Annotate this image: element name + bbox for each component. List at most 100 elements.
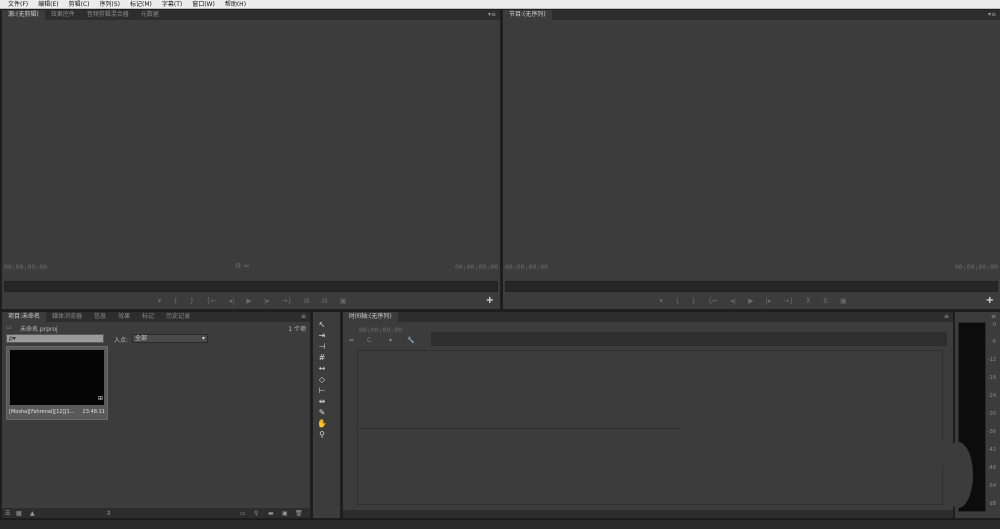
trash-icon[interactable]: 🗑 (295, 510, 303, 517)
selection-tool-icon[interactable]: ↖ (316, 320, 328, 329)
tab-metadata[interactable]: 元数据 (135, 10, 165, 20)
lift-icon[interactable]: ⊼ (806, 297, 811, 305)
mark-in-marker-icon[interactable]: ▾ (158, 297, 162, 305)
timeline-panel: 时间轴:(无序列) ≡ 00;00;00;00 ⇌ C ▾ 🔧 (343, 312, 971, 518)
program-tabbar: 节目:(无序列) (503, 10, 1000, 20)
step-forward-icon[interactable]: |▸ (765, 297, 771, 305)
step-back-icon[interactable]: ◂| (730, 297, 736, 305)
step-forward-icon[interactable]: |▸ (264, 297, 270, 305)
new-item-icon[interactable]: ▣ (282, 510, 288, 517)
pen-tool-icon[interactable]: ✎ (316, 408, 328, 417)
new-bin-icon[interactable]: ▬ (268, 510, 274, 517)
panel-menu-icon[interactable]: ▾≡ (988, 11, 996, 18)
source-scrub-bar[interactable] (4, 281, 498, 292)
menu-clip[interactable]: 剪辑(C) (65, 0, 94, 9)
program-scrub-bar[interactable] (505, 281, 998, 292)
razor-tool-icon[interactable]: ◇ (316, 375, 328, 384)
menu-file[interactable]: 文件(F) (4, 0, 32, 9)
meter-tick: -30 (987, 411, 996, 417)
sort-icon[interactable]: ⇕ (106, 510, 111, 517)
mark-in-icon[interactable]: { (675, 297, 679, 305)
tab-timeline[interactable]: 时间轴:(无序列) (343, 312, 398, 322)
in-point-label: 入点: (114, 337, 129, 344)
menu-edit[interactable]: 编辑(E) (34, 0, 62, 9)
overwrite-icon[interactable]: ⊟ (322, 297, 328, 305)
menu-window[interactable]: 窗口(W) (188, 0, 219, 9)
clip-item[interactable]: ⊞ [Mosha][Fahrenal][12][1... 23:48:11 (6, 346, 108, 420)
project-search-input[interactable]: ρ▾ (6, 334, 104, 343)
in-point-select[interactable]: 全部 ▾ (132, 334, 208, 343)
mark-in-icon[interactable]: { (173, 297, 177, 305)
track-select-tool-icon[interactable]: ⇥ (316, 331, 328, 340)
clip-thumbnail (10, 350, 104, 405)
mark-out-icon[interactable]: } (691, 297, 695, 305)
snap-icon[interactable]: ⇌ (349, 337, 354, 344)
slide-tool-icon[interactable]: ⇹ (316, 397, 328, 406)
tab-info[interactable]: 信息 (88, 312, 112, 322)
tab-source[interactable]: 源:(无剪辑) (2, 10, 45, 20)
mark-out-icon[interactable]: } (190, 297, 194, 305)
search-icon[interactable]: ⚲ (254, 510, 258, 517)
add-button-icon[interactable]: + (486, 295, 494, 306)
tab-effect-controls[interactable]: 效果控件 (45, 10, 81, 20)
wrench-icon[interactable]: 🔧 (407, 337, 414, 344)
export-frame-icon[interactable]: ▣ (340, 297, 347, 305)
go-to-in-icon[interactable]: {← (708, 297, 718, 305)
tab-program[interactable]: 节目:(无序列) (503, 10, 552, 20)
icon-view-icon[interactable]: ▦ (16, 510, 22, 517)
slip-tool-icon[interactable]: ⊢ (316, 386, 328, 395)
panel-menu-icon[interactable]: ≡ (301, 313, 306, 320)
list-view-icon[interactable]: ☰ (5, 510, 10, 517)
meter-tick: -42 (987, 447, 996, 453)
export-frame-icon[interactable]: ▣ (840, 297, 847, 305)
meter-tick: -24 (987, 393, 996, 399)
tab-effects[interactable]: 效果 (112, 312, 136, 322)
track-gap (677, 443, 971, 465)
step-back-icon[interactable]: ◂| (228, 297, 234, 305)
item-count: 1 个项 (288, 326, 306, 333)
hand-tool-icon[interactable]: ✋ (316, 419, 328, 428)
insert-icon[interactable]: ⊞ (304, 297, 310, 305)
meter-tick: -18 (987, 375, 996, 381)
play-icon[interactable]: ▶ (748, 297, 753, 305)
meter-tick: -6 (991, 339, 996, 345)
time-ruler[interactable] (431, 332, 947, 346)
menu-sequence[interactable]: 序列(S) (96, 0, 125, 9)
ripple-edit-tool-icon[interactable]: ⊣ (316, 342, 328, 351)
add-marker-icon[interactable]: ▾ (389, 337, 392, 344)
tab-audio-clip-mixer[interactable]: 音频剪辑混合器 (81, 10, 135, 20)
menu-marker[interactable]: 标记(M) (126, 0, 156, 9)
rate-stretch-tool-icon[interactable]: ↔ (316, 364, 328, 373)
source-settings-icon[interactable]: ⚙ ⇔ (235, 262, 249, 270)
go-to-out-icon[interactable]: →} (783, 297, 793, 305)
go-to-out-icon[interactable]: →} (282, 297, 292, 305)
meter-overlay (943, 442, 973, 508)
tab-media-browser[interactable]: 媒体浏览器 (46, 312, 88, 322)
menu-help[interactable]: 帮助(H) (221, 0, 250, 9)
tab-history[interactable]: 历史记录 (160, 312, 196, 322)
automate-icon[interactable]: ▭ (240, 510, 246, 517)
go-to-in-icon[interactable]: {← (206, 297, 216, 305)
panel-menu-icon[interactable]: ≡ (991, 313, 996, 320)
project-file-name: 未命名.prproj (20, 326, 58, 333)
linked-selection-icon[interactable]: C (367, 337, 371, 344)
source-transport-controls: ▾ { } {← ◂| ▶ |▸ →} ⊞ ⊟ ▣ (112, 293, 392, 309)
rolling-edit-tool-icon[interactable]: # (316, 353, 328, 362)
meter-tick: -36 (987, 429, 996, 435)
panel-menu-icon[interactable]: ▾≡ (488, 11, 496, 18)
meter-tick: -54 (987, 483, 996, 489)
program-timecode-current[interactable]: 00;00;00;00 (505, 263, 548, 271)
zoom-slider-icon[interactable]: ▲ (30, 510, 35, 517)
panel-menu-icon[interactable]: ≡ (944, 313, 949, 320)
timeline-timecode[interactable]: 00;00;00;00 (359, 326, 402, 334)
tab-project[interactable]: 项目:未命名 (2, 312, 47, 322)
source-timecode-current[interactable]: 00;00;00;00 (4, 263, 47, 271)
timeline-scrollbar[interactable] (343, 510, 953, 518)
extract-icon[interactable]: ⊻ (823, 297, 828, 305)
tab-markers[interactable]: 标记 (136, 312, 160, 322)
menu-title[interactable]: 字幕(T) (158, 0, 186, 9)
add-button-icon[interactable]: + (986, 295, 994, 306)
mark-in-marker-icon[interactable]: ▾ (659, 297, 663, 305)
play-icon[interactable]: ▶ (246, 297, 251, 305)
zoom-tool-icon[interactable]: ⚲ (316, 430, 328, 439)
